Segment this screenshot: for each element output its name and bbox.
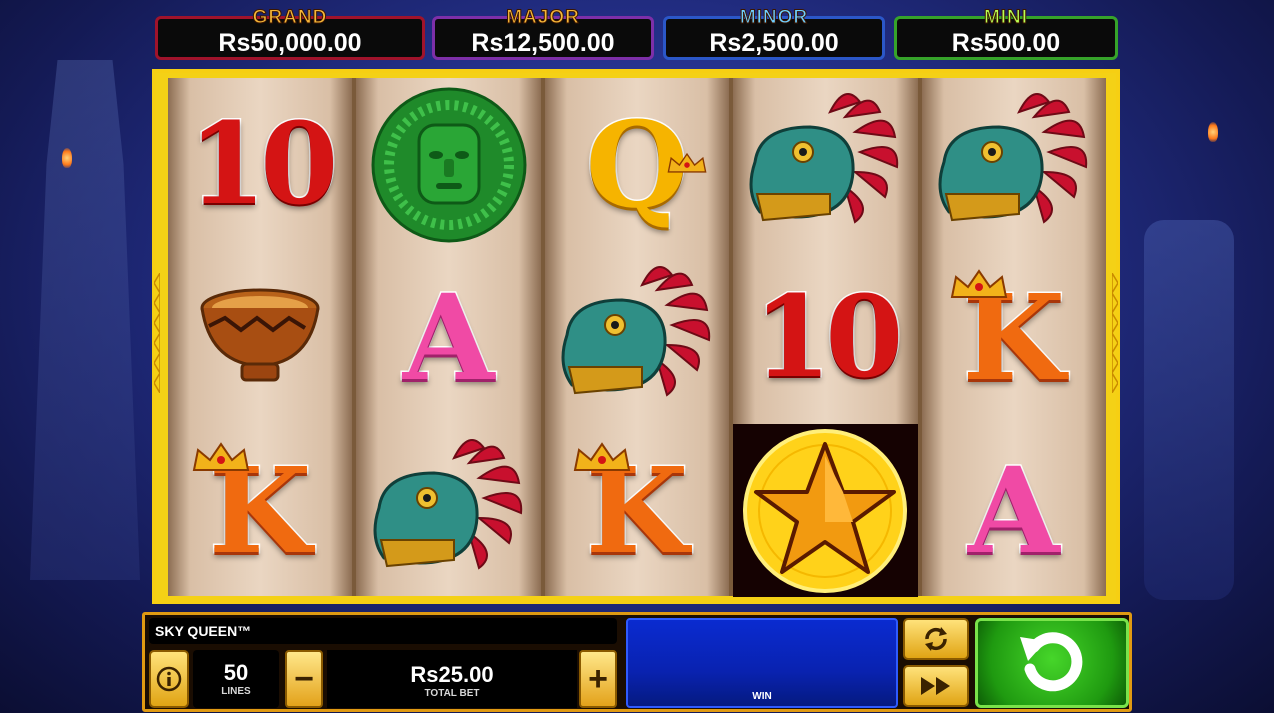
symbol-serpent — [545, 251, 729, 424]
decrease-bet-button[interactable]: − — [285, 650, 323, 708]
symbol-ace: A — [356, 251, 540, 424]
win-display: WIN — [626, 618, 898, 708]
control-panel: SKY QUEEN™ 50 LINES − Rs25.00 TOTAL BET … — [142, 612, 1132, 712]
autoplay-icon — [925, 627, 947, 651]
jackpot-mini-value: Rs500.00 — [951, 28, 1061, 57]
symbol-serpent — [733, 78, 917, 251]
symbol-ten: 10 — [168, 78, 352, 251]
lines-display: 50 LINES — [193, 650, 279, 708]
jackpot-grand-label: GRAND — [252, 7, 328, 29]
crown-icon — [573, 442, 631, 471]
total-bet-value: Rs25.00 — [410, 662, 494, 687]
star-icon — [743, 428, 908, 593]
torch-left — [62, 148, 72, 168]
symbol-king: K — [168, 424, 352, 597]
jackpot-minor-label: MINOR — [739, 7, 809, 29]
background-stone-face — [1144, 220, 1234, 600]
lines-label: LINES — [221, 686, 251, 697]
reel-2: A — [356, 78, 541, 597]
jackpot-major-label: MAJOR — [506, 7, 580, 29]
ten-symbol-text: 10 — [752, 271, 905, 403]
jackpot-bar: GRAND Rs50,000.00 MAJOR Rs12,500.00 MINO… — [155, 7, 1118, 62]
ace-symbol-text: A — [401, 267, 496, 407]
left-arrow-icon — [154, 273, 160, 393]
spin-icon — [1020, 632, 1083, 692]
turbo-button[interactable] — [903, 665, 969, 707]
reel-frame: 10 K A Q K 10 K A — [152, 69, 1120, 604]
total-bet-label: TOTAL BET — [424, 688, 480, 699]
info-button[interactable] — [149, 650, 189, 708]
symbol-star-wild — [733, 424, 918, 597]
game-title: SKY QUEEN™ — [149, 618, 617, 644]
torch-right — [1208, 122, 1218, 142]
symbol-queen: Q — [545, 78, 729, 251]
symbol-ace: A — [922, 424, 1106, 597]
ace-symbol-text: A — [967, 440, 1062, 580]
serpent-head-icon — [373, 439, 522, 570]
reel-3: Q K — [544, 78, 730, 597]
jackpot-grand-value: Rs50,000.00 — [218, 28, 362, 57]
symbol-king: K — [922, 251, 1106, 424]
serpent-head-icon — [938, 93, 1087, 224]
jackpot-grand: GRAND Rs50,000.00 — [155, 7, 425, 60]
autoplay-button[interactable] — [903, 618, 969, 660]
symbol-serpent — [356, 424, 540, 597]
increase-bet-button[interactable]: + — [579, 650, 617, 708]
crown-icon — [667, 152, 707, 173]
info-icon — [156, 666, 182, 692]
symbol-serpent — [922, 78, 1106, 251]
jackpot-major-value: Rs12,500.00 — [471, 28, 615, 57]
crown-icon — [192, 442, 250, 471]
jackpot-minor-value: Rs2,500.00 — [709, 28, 839, 57]
reels: 10 K A Q K 10 K A — [168, 78, 1107, 597]
symbol-king: K — [545, 424, 729, 597]
win-label: WIN — [752, 691, 772, 702]
ten-symbol-text: 10 — [187, 98, 340, 230]
turbo-icon — [921, 677, 950, 695]
reel-1: 10 K — [168, 78, 353, 597]
reel-5: K A — [921, 78, 1107, 597]
reel-4: 10 — [733, 78, 918, 597]
jackpot-minor: MINOR Rs2,500.00 — [663, 7, 885, 60]
jackpot-major: MAJOR Rs12,500.00 — [432, 7, 654, 60]
lines-value: 50 — [223, 660, 249, 685]
serpent-head-icon — [561, 266, 711, 397]
jade-mask-icon — [371, 87, 527, 242]
crown-icon — [950, 269, 1007, 298]
spin-button[interactable] — [975, 618, 1129, 708]
serpent-head-icon — [749, 93, 899, 224]
symbol-bowl — [168, 251, 352, 424]
jackpot-mini: MINI Rs500.00 — [894, 7, 1118, 60]
right-arrow-icon — [1112, 273, 1118, 393]
bowl-icon — [200, 288, 320, 381]
total-bet-display: Rs25.00 TOTAL BET — [327, 650, 577, 708]
background-temple — [30, 60, 140, 580]
symbol-ten: 10 — [733, 251, 917, 424]
jackpot-mini-label: MINI — [983, 7, 1029, 29]
symbol-jade-mask — [356, 78, 540, 251]
